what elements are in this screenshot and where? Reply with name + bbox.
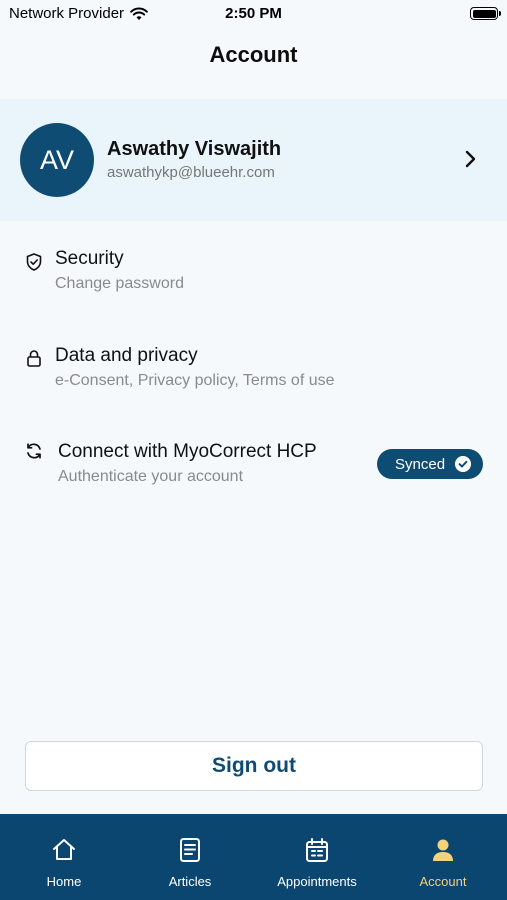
person-icon bbox=[433, 839, 453, 861]
tab-label-home: Home bbox=[46, 874, 82, 889]
shield-check-icon bbox=[26, 253, 42, 271]
menu-title-security: Security bbox=[55, 248, 124, 269]
article-icon bbox=[180, 838, 200, 862]
tab-appointments[interactable]: Appointments bbox=[254, 814, 380, 900]
sign-out-button[interactable]: Sign out bbox=[25, 741, 483, 791]
home-icon bbox=[53, 839, 75, 860]
sync-icon bbox=[27, 443, 41, 459]
tab-articles[interactable]: Articles bbox=[127, 814, 253, 900]
menu-item-data-privacy[interactable]: Data and privacy e-Consent, Privacy poli… bbox=[0, 335, 507, 415]
status-bar: Network Provider 2:50 PM bbox=[0, 0, 507, 28]
menu-title-connect-hcp: Connect with MyoCorrect HCP bbox=[58, 441, 317, 462]
tab-home[interactable]: Home bbox=[1, 814, 127, 900]
menu-item-security[interactable]: Security Change password bbox=[0, 238, 507, 318]
profile-card[interactable]: AV Aswathy Viswajith aswathykp@blueehr.c… bbox=[0, 99, 507, 221]
tab-label-articles: Articles bbox=[168, 874, 212, 889]
check-circle-icon bbox=[455, 456, 471, 472]
tab-bar: Home Articles Appointments Account bbox=[0, 814, 507, 900]
chevron-right-icon bbox=[465, 150, 476, 168]
menu-subtitle-security: Change password bbox=[55, 275, 184, 292]
battery-icon bbox=[470, 7, 501, 20]
profile-name: Aswathy Viswajith bbox=[107, 138, 282, 160]
avatar: AV bbox=[20, 123, 94, 197]
menu-subtitle-connect-hcp: Authenticate your account bbox=[58, 468, 244, 485]
menu-subtitle-data-privacy: e-Consent, Privacy policy, Terms of use bbox=[55, 372, 335, 389]
profile-email: aswathykp@blueehr.com bbox=[107, 164, 275, 181]
status-time: 2:50 PM bbox=[225, 5, 282, 22]
synced-badge[interactable]: Synced bbox=[377, 449, 483, 479]
menu-title-data-privacy: Data and privacy bbox=[55, 345, 198, 366]
tab-account[interactable]: Account bbox=[380, 814, 506, 900]
tab-label-appointments: Appointments bbox=[277, 874, 357, 889]
calendar-icon bbox=[306, 838, 328, 862]
synced-label: Synced bbox=[395, 455, 446, 473]
page-title: Account bbox=[209, 42, 298, 67]
tab-label-account: Account bbox=[419, 874, 467, 889]
lock-icon bbox=[27, 350, 41, 367]
